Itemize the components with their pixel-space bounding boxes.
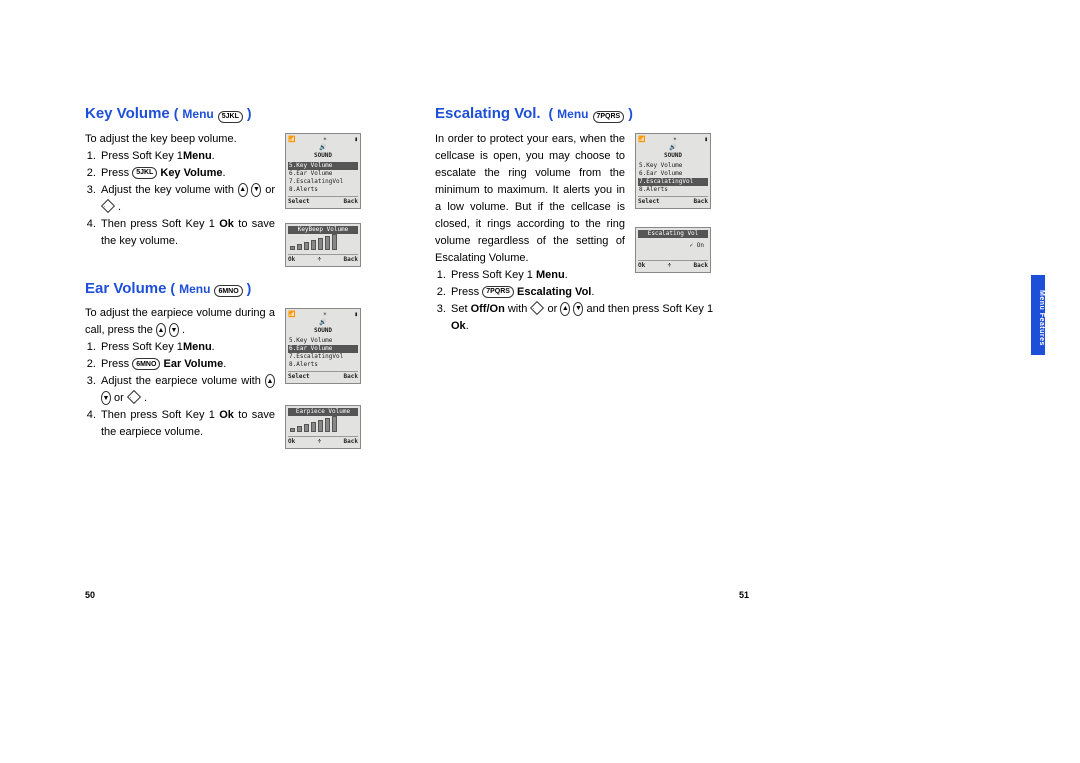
phone-screenshot-keybeep: KeyBeep Volume Ok÷Back <box>285 223 361 267</box>
phone-screenshot-escalating-on: Escalating Vol ✓ On Ok÷Back <box>635 227 711 273</box>
title-text: Escalating Vol. <box>435 105 541 122</box>
menu-word: Menu <box>179 282 210 296</box>
down-key-icon: ▼ <box>101 391 111 405</box>
nav-key-icon: ∙ <box>101 199 115 213</box>
section-escalating-vol: Escalating Vol. ( Menu 7PQRS ) In order … <box>435 105 785 335</box>
page-number-left: 50 <box>85 590 95 600</box>
step-3: Adjust the earpiece volume with ▲ ▼ or ∙… <box>99 373 275 407</box>
intro-text: In order to protect your ears, when the … <box>435 131 625 267</box>
up-key-icon: ▲ <box>156 323 166 337</box>
step-1: Press Soft Key 1 Menu. <box>449 267 639 284</box>
menu-word: Menu <box>557 107 588 121</box>
nav-key-icon: ∙ <box>127 390 141 404</box>
section-ear-volume: Ear Volume ( Menu 6MNO ) To adjust the e… <box>85 280 435 442</box>
title-text: Ear Volume <box>85 280 166 297</box>
key-7pqrs-icon: 7PQRS <box>593 111 625 123</box>
phone-screenshot-sound-ear: 📶☀▮ 🔊SOUND 5.Key Volume 6.Ear Volume 7.E… <box>285 308 361 384</box>
key-7pqrs-icon: 7PQRS <box>482 286 514 298</box>
page-number-right: 51 <box>739 590 749 600</box>
title-text: Key Volume <box>85 105 170 122</box>
step-4: Then press Soft Key 1 Ok to save the key… <box>99 216 275 250</box>
step-3: Adjust the key volume with ▲ ▼ or ∙ . <box>99 182 275 216</box>
menu-word: Menu <box>182 107 213 121</box>
up-key-icon: ▲ <box>560 302 570 316</box>
section-key-volume: Key Volume ( Menu 5JKL ) To adjust the k… <box>85 105 435 250</box>
heading-key-volume: Key Volume ( Menu 5JKL ) <box>85 105 435 123</box>
key-5jkl-icon: 5JKL <box>218 111 243 123</box>
step-1: Press Soft Key 1Menu. <box>99 148 275 165</box>
down-key-icon: ▼ <box>573 302 583 316</box>
phone-screenshot-sound-key: 📶☀▮ 🔊SOUND 5.Key Volume 6.Ear Volume 7.E… <box>285 133 361 209</box>
steps-key-volume: Press Soft Key 1Menu. Press 5JKL Key Vol… <box>85 148 275 250</box>
page-left: Key Volume ( Menu 5JKL ) To adjust the k… <box>85 105 435 441</box>
step-2: Press 6MNO Ear Volume. <box>99 356 275 373</box>
step-2: Press 5JKL Key Volume. <box>99 165 275 182</box>
steps-escalating: Press Soft Key 1 Menu. Press 7PQRS Escal… <box>435 267 715 335</box>
down-key-icon: ▼ <box>169 323 179 337</box>
step-1: Press Soft Key 1Menu. <box>99 339 275 356</box>
steps-ear-volume: Press Soft Key 1Menu. Press 6MNO Ear Vol… <box>85 339 275 441</box>
nav-key-icon: ∙ <box>530 301 544 315</box>
volume-bars-icon <box>288 234 358 252</box>
up-key-icon: ▲ <box>265 374 275 388</box>
intro-text: To adjust the key beep volume. <box>85 131 275 148</box>
step-4: Then press Soft Key 1 Ok to save the ear… <box>99 407 275 441</box>
side-tab-menu-features: Menu Features <box>1031 275 1045 355</box>
page-right: Escalating Vol. ( Menu 7PQRS ) In order … <box>435 105 785 441</box>
down-key-icon: ▼ <box>251 183 261 197</box>
key-6mno-icon: 6MNO <box>214 285 242 297</box>
heading-escalating-vol: Escalating Vol. ( Menu 7PQRS ) <box>435 105 785 123</box>
volume-bars-icon <box>288 416 358 434</box>
up-key-icon: ▲ <box>238 183 248 197</box>
phone-screenshot-earpiece: Earpiece Volume Ok÷Back <box>285 405 361 449</box>
key-6mno-icon: 6MNO <box>132 358 160 370</box>
step-3: Set Off/On with ∙ or ▲ ▼ and then press … <box>449 301 715 335</box>
heading-ear-volume: Ear Volume ( Menu 6MNO ) <box>85 280 435 298</box>
intro-text: To adjust the earpiece volume during a c… <box>85 305 275 339</box>
step-2: Press 7PQRS Escalating Vol. <box>449 284 639 301</box>
key-5jkl-icon: 5JKL <box>132 167 157 179</box>
phone-screenshot-sound-escalating: 📶☀▮ 🔊SOUND 5.Key Volume 6.Ear Volume 7.E… <box>635 133 711 209</box>
